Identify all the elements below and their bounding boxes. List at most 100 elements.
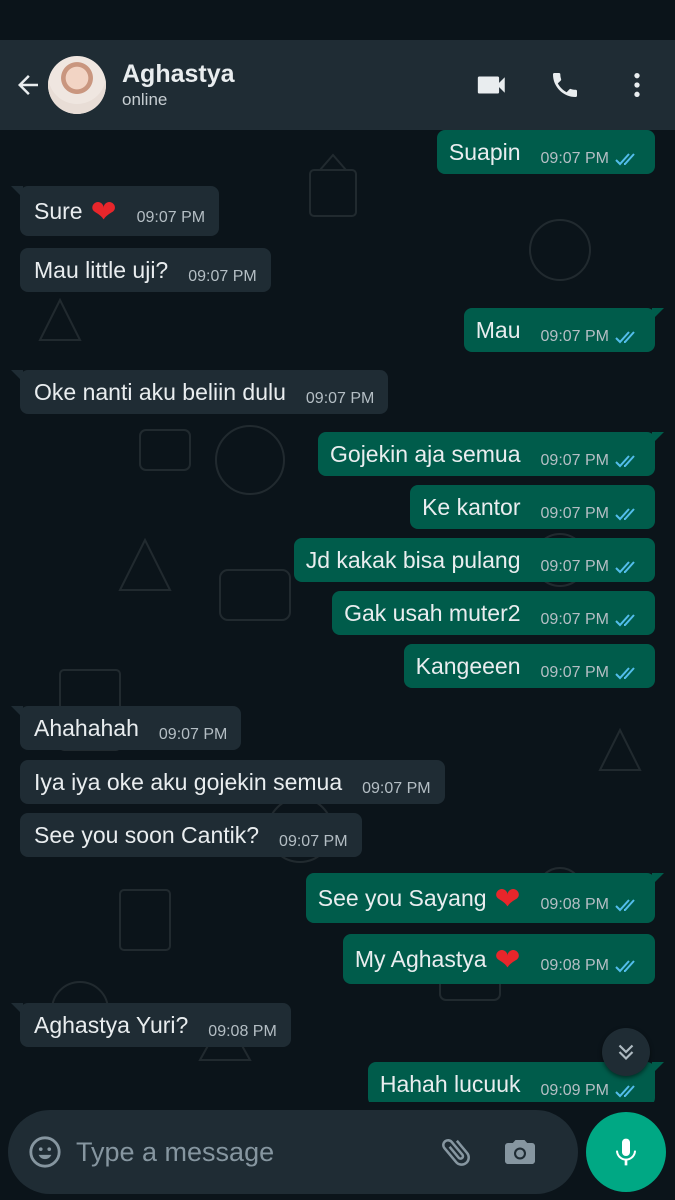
- chat-header: Aghastya online: [0, 40, 675, 130]
- heart-emoji: ❤: [90, 193, 117, 229]
- double-check-icon: [615, 331, 635, 344]
- contact-name: Aghastya: [122, 60, 235, 88]
- bubble-tail: [11, 706, 23, 718]
- message-time: 09:08 PM: [540, 957, 609, 974]
- arrow-left-icon: [18, 75, 38, 95]
- message-text: See you Sayang: [317, 884, 487, 911]
- heart-emoji: ❤: [494, 941, 521, 977]
- message-text: My Aghastya: [354, 945, 487, 972]
- outgoing-message-bubble[interactable]: My Aghastya ❤ 09:08 PM: [342, 934, 655, 984]
- voice-message-button[interactable]: [586, 1112, 666, 1192]
- message-text: Mau: [475, 316, 521, 343]
- message-time: 09:08 PM: [540, 896, 609, 913]
- phone-icon: [553, 73, 577, 97]
- message-text: Mau little uji?: [34, 256, 169, 283]
- video-call-button[interactable]: [475, 68, 509, 102]
- message-text: Gojekin aja semua: [330, 440, 521, 467]
- message-time: 09:07 PM: [540, 558, 609, 575]
- paperclip-icon: [442, 1139, 470, 1166]
- message-time: 09:09 PM: [540, 1082, 609, 1099]
- message-time: 09:07 PM: [136, 209, 206, 226]
- message-meta: 09:08 PM: [541, 943, 641, 975]
- contact-info[interactable]: Aghastya online: [122, 59, 235, 111]
- message-text: Jd kakak bisa pulang: [305, 546, 521, 573]
- incoming-message-bubble[interactable]: Sure ❤ 09:07 PM: [11, 186, 220, 236]
- status-bar: [0, 0, 675, 40]
- scroll-down-button[interactable]: [602, 1028, 650, 1076]
- message-meta: 09:07 PM: [137, 195, 205, 227]
- incoming-message-bubble[interactable]: Ahahahah 09:07 PM: [11, 706, 242, 750]
- attach-button[interactable]: [438, 1133, 476, 1171]
- outgoing-message-bubble[interactable]: See you Sayang ❤ 09:08 PM: [305, 873, 664, 923]
- more-vertical-icon: [634, 73, 640, 97]
- double-check-icon: [615, 899, 635, 912]
- message-composer: [8, 1110, 578, 1194]
- outgoing-message-bubble[interactable]: Suapin 09:07 PM: [436, 130, 655, 174]
- bubble-tail: [652, 1062, 664, 1074]
- double-check-icon: [615, 614, 635, 627]
- message-time: 09:07 PM: [362, 780, 431, 797]
- message-meta: 09:07 PM: [188, 254, 256, 286]
- message-text: Aghastya Yuri?: [34, 1011, 189, 1038]
- message-text: See you soon Cantik?: [34, 821, 260, 848]
- message-input[interactable]: [74, 1135, 438, 1169]
- contact-status: online: [122, 90, 168, 109]
- message-time: 09:07 PM: [540, 452, 609, 469]
- message-time: 09:07 PM: [540, 150, 609, 167]
- message-meta: 09:07 PM: [541, 314, 641, 346]
- message-meta: 09:07 PM: [279, 819, 347, 851]
- microphone-icon: [616, 1138, 636, 1166]
- message-time: 09:07 PM: [540, 664, 609, 681]
- double-check-icon: [615, 561, 635, 574]
- double-check-icon: [615, 667, 635, 680]
- message-meta: 09:07 PM: [306, 376, 374, 408]
- outgoing-message-bubble[interactable]: Gojekin aja semua 09:07 PM: [318, 432, 664, 476]
- message-time: 09:08 PM: [208, 1023, 277, 1040]
- message-text: Oke nanti aku beliin dulu: [34, 378, 286, 405]
- message-text: Ke kantor: [422, 493, 521, 520]
- message-meta: 09:07 PM: [541, 544, 641, 576]
- message-text: Suapin: [448, 138, 521, 165]
- video-camera-icon: [477, 76, 505, 94]
- message-meta: 09:08 PM: [541, 882, 641, 914]
- back-button[interactable]: [12, 69, 44, 101]
- chat-area[interactable]: Suapin 09:07 PM Sure ❤ 09:07 PM Mau little uj…: [0, 130, 675, 1102]
- message-time: 09:07 PM: [158, 726, 228, 743]
- outgoing-message-bubble[interactable]: Mau 09:07 PM: [463, 308, 664, 352]
- outgoing-message-bubble[interactable]: Gak usah muter2 09:07 PM: [332, 591, 655, 635]
- incoming-message-bubble[interactable]: Iya iya oke aku gojekin semua 09:07 PM: [20, 760, 445, 804]
- outgoing-message-bubble[interactable]: Kangeeen 09:07 PM: [403, 644, 655, 688]
- message-time: 09:07 PM: [279, 833, 348, 850]
- contact-avatar[interactable]: [48, 56, 106, 114]
- outgoing-message-bubble[interactable]: Ke kantor 09:07 PM: [410, 485, 655, 529]
- heart-emoji: ❤: [494, 880, 521, 916]
- incoming-message-bubble[interactable]: See you soon Cantik? 09:07 PM: [20, 813, 362, 857]
- message-meta: 09:07 PM: [362, 766, 430, 798]
- incoming-message-bubble[interactable]: Oke nanti aku beliin dulu 09:07 PM: [11, 370, 389, 414]
- bubble-tail: [11, 370, 23, 382]
- incoming-message-bubble[interactable]: Aghastya Yuri? 09:08 PM: [11, 1003, 291, 1047]
- menu-button[interactable]: [621, 69, 653, 101]
- message-text: Ahahahah: [34, 714, 139, 741]
- bubble-tail: [652, 432, 664, 444]
- incoming-message-bubble[interactable]: Mau little uji? 09:07 PM: [20, 248, 271, 292]
- double-check-icon: [615, 960, 635, 973]
- double-check-icon: [615, 1085, 635, 1098]
- voice-call-button[interactable]: [549, 69, 581, 101]
- message-time: 09:07 PM: [540, 328, 609, 345]
- message-text: Hahah lucuuk: [379, 1070, 521, 1097]
- message-time: 09:07 PM: [540, 505, 609, 522]
- message-text: Gak usah muter2: [344, 599, 521, 626]
- message-text: Kangeeen: [415, 652, 521, 679]
- message-meta: 09:08 PM: [208, 1009, 276, 1041]
- emoji-icon: [29, 1136, 61, 1168]
- message-meta: 09:07 PM: [541, 438, 641, 470]
- camera-icon: [505, 1140, 535, 1164]
- bubble-tail: [652, 308, 664, 320]
- emoji-button[interactable]: [28, 1135, 62, 1169]
- message-meta: 09:07 PM: [541, 597, 641, 629]
- message-meta: 09:07 PM: [159, 712, 227, 744]
- outgoing-message-bubble[interactable]: Jd kakak bisa pulang 09:07 PM: [293, 538, 655, 582]
- camera-button[interactable]: [502, 1134, 538, 1170]
- double-chevron-down-icon: [618, 1044, 634, 1061]
